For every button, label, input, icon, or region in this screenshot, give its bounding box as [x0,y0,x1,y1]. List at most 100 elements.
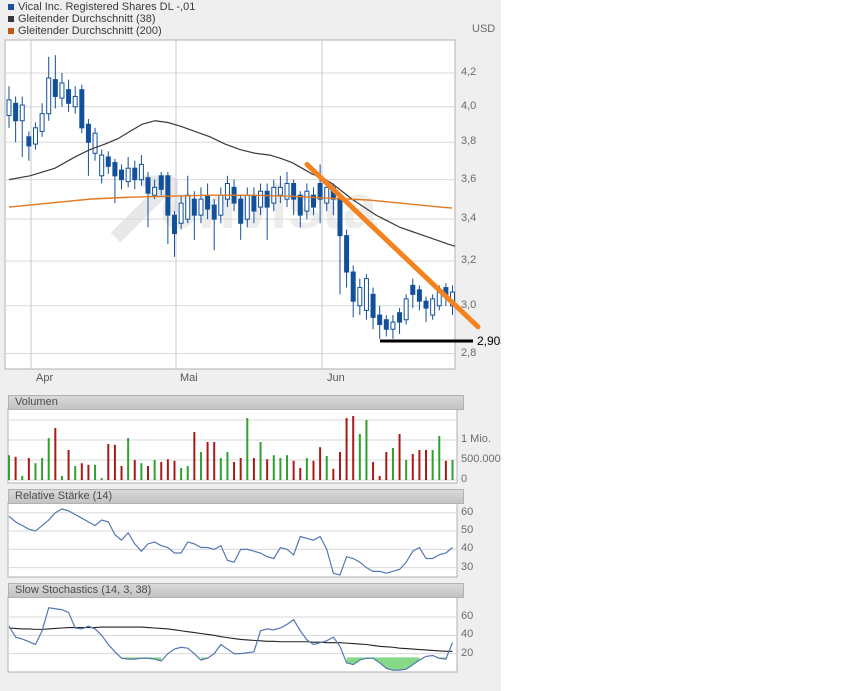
volume-bar [226,452,229,480]
volume-panel-title: Volumen [15,396,58,408]
legend-item-ma38: Gleitender Durchschnitt (38) [8,13,195,25]
legend-item-instrument: Vical Inc. Registered Shares DL -,01 [8,1,195,13]
candle-body [370,293,376,318]
candle-body [13,102,19,122]
rsi-tick-label: 30 [461,560,474,573]
volume-bar [398,434,401,480]
volume-bar [286,455,289,480]
candle-body [317,182,323,200]
volume-bar [292,460,295,480]
page: ↗onvista2,90$ Vical Inc. Registered Shar… [0,0,850,691]
stochastics-tick-label: 20 [461,646,474,659]
stochastics-tick-label: 60 [461,610,474,622]
volume-bar [252,458,255,480]
volume-bar [411,454,414,480]
candle-body [410,284,416,295]
volume-bar [365,420,368,480]
volume-bar [153,460,156,480]
volume-bar [133,460,136,480]
volume-bar [378,476,381,480]
volume-bar [352,416,355,480]
volume-bar [332,468,335,480]
candle-body [6,99,12,116]
candle-body [430,298,436,316]
candle-body [264,190,270,208]
volume-bar [8,455,10,480]
candle-body [238,198,244,224]
candle-body [26,136,32,147]
candle-body [297,194,303,216]
volume-bar [345,418,348,480]
volume-bar [100,478,103,480]
stochastics-panel-header: Slow Stochastics (14, 3, 38) [8,583,464,598]
candle-body [66,89,72,104]
rsi-panel-title: Relative Stärke (14) [15,490,113,502]
volume-bar [312,460,315,480]
volume-bar [193,432,196,480]
candle-body [324,186,330,204]
volume-bar [173,460,176,480]
candle-body [72,95,78,108]
ma200-series-icon [8,28,14,34]
volume-bar [54,428,57,480]
chart-legend: Vical Inc. Registered Shares DL -,01 Gle… [8,1,195,37]
candle-body [363,278,369,311]
candle-body [152,186,158,196]
x-axis-label-jun: Jun [327,372,345,384]
volume-bar [372,462,375,480]
candle-body [32,127,38,145]
volume-bar [107,444,110,480]
candle-body [244,194,250,220]
volume-bar [41,458,44,480]
volume-panel-header: Volumen [8,395,464,410]
legend-item-ma200: Gleitender Durchschnitt (200) [8,25,195,37]
candle-body [277,186,283,196]
candle-body [416,289,422,302]
price-tick-label: 4,2 [461,66,477,78]
candle-body [251,194,257,212]
volume-bar [14,456,17,480]
volume-bar [319,447,322,480]
volume-bar [272,455,275,480]
volume-bar [47,438,50,480]
currency-axis-label: USD [472,23,496,35]
volume-bar [147,466,150,480]
volume-bar [219,458,222,480]
x-axis-label-mai: Mai [180,372,198,384]
volume-bar [160,462,163,480]
volume-bar [385,452,388,480]
volume-bar [87,464,90,480]
ma38-series-icon [8,16,14,22]
candle-body [79,89,85,129]
candle-body [337,198,343,237]
candlestick-series-icon [8,4,14,10]
volume-bar [259,442,262,480]
candle-body [99,154,105,177]
volume-bar [213,442,216,480]
rsi-tick-label: 60 [461,505,474,518]
candle-body [85,123,91,143]
candle-body [158,175,164,190]
volume-bar [127,438,130,480]
rsi-tick-label: 50 [461,524,474,537]
candle-body [344,235,350,273]
volume-bar [74,466,77,480]
volume-bar [305,458,308,480]
volume-bar [246,418,249,480]
candle-body [191,198,197,216]
candle-body [132,167,138,181]
candle-body [125,167,131,183]
candle-body [105,156,111,167]
candle-body [403,298,409,321]
volume-bar [67,450,70,480]
legend-instrument-label: Vical Inc. Registered Shares DL -,01 [18,1,196,13]
volume-bar [27,458,30,480]
candle-body [59,82,65,99]
volume-bar [431,450,434,480]
candle-body [19,104,25,122]
volume-bar [233,462,236,480]
volume-bar [113,444,116,480]
candle-body [52,79,58,97]
volume-bar [120,466,123,480]
candle-body [145,177,151,194]
